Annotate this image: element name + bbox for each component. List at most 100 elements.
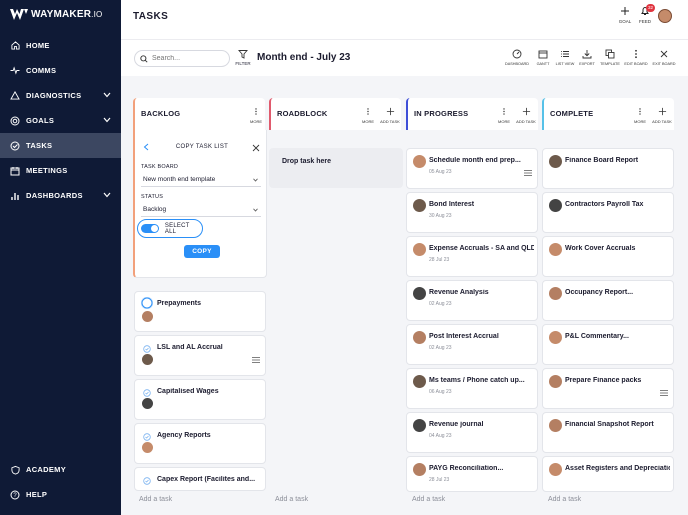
check-circle-icon[interactable]: [143, 477, 151, 487]
chevron-down-icon[interactable]: [103, 191, 111, 200]
dashboard-button[interactable]: DASHBOARD: [504, 49, 530, 66]
task-due-date: 28 Jul 23: [429, 257, 450, 263]
task-card[interactable]: Bond Interest 30 Aug 23: [406, 192, 538, 233]
status-select[interactable]: Backlog: [141, 203, 261, 217]
task-due-date: 28 Jul 23: [429, 477, 450, 483]
task-due-date: 06 Aug 23: [429, 389, 452, 395]
sidebar-item-label: ACADEMY: [26, 465, 67, 474]
more-vertical-icon: [639, 108, 641, 115]
assignee-avatar: [142, 442, 153, 453]
copy-icon: [605, 49, 615, 59]
brand-name: WAYMAKER.IO: [31, 9, 103, 20]
check-circle-icon: [10, 141, 20, 151]
more-button[interactable]: MORE: [245, 107, 267, 124]
sidebar-item-tasks[interactable]: TASKS: [0, 133, 121, 158]
sidebar-item-goals[interactable]: GOALS: [0, 108, 121, 133]
task-card[interactable]: Agency Reports: [134, 423, 266, 464]
task-due-date: 05 Aug 23: [429, 169, 452, 175]
template-button[interactable]: TEMPLATE: [597, 49, 623, 66]
more-vertical-icon: [635, 49, 637, 59]
plus-icon: [621, 7, 629, 15]
pulse-icon: [10, 66, 20, 76]
task-card[interactable]: Prepayments: [134, 291, 266, 332]
search-input[interactable]: [152, 55, 222, 62]
task-card[interactable]: Revenue journal 04 Aug 23: [406, 412, 538, 453]
task-title: LSL and AL Accrual: [157, 344, 223, 351]
select-all-toggle[interactable]: SELECT ALL: [137, 219, 203, 238]
add-task-button[interactable]: ADD TASK: [379, 107, 401, 124]
task-card[interactable]: LSL and AL Accrual: [134, 335, 266, 376]
sidebar-item-diagnostics[interactable]: DIAGNOSTICS: [0, 83, 121, 108]
filter-button[interactable]: FILTER: [235, 49, 251, 66]
drop-zone[interactable]: Drop task here: [269, 148, 403, 188]
waymaker-logo[interactable]: WAYMAKER.IO: [10, 9, 102, 20]
assignee-avatar: [142, 354, 153, 365]
edit-board-button[interactable]: EDIT BOARD: [623, 49, 649, 66]
task-card[interactable]: Revenue Analysis 02 Aug 23: [406, 280, 538, 321]
close-icon[interactable]: [252, 144, 260, 154]
copy-task-list-panel: COPY TASK LIST TASK BOARD New month end …: [133, 130, 267, 278]
task-card[interactable]: PAYG Reconciliation... 28 Jul 23: [406, 456, 538, 492]
column-header: BACKLOG MORE: [133, 98, 265, 130]
task-title: Capex Report (Facilites and...: [157, 476, 256, 483]
task-card[interactable]: Finance Board Report: [542, 148, 674, 189]
board-title: Month end - July 23: [257, 52, 351, 63]
task-card[interactable]: Post Interest Accrual 02 Aug 23: [406, 324, 538, 365]
user-avatar[interactable]: [658, 9, 672, 23]
assignee-avatar: [549, 375, 562, 388]
check-circle-icon[interactable]: [140, 296, 154, 311]
add-task-button[interactable]: ADD TASK: [651, 107, 673, 124]
task-card[interactable]: Ms teams / Phone catch up... 06 Aug 23: [406, 368, 538, 409]
copy-button[interactable]: COPY: [184, 245, 220, 258]
task-card[interactable]: Prepare Finance packs: [542, 368, 674, 409]
task-card[interactable]: P&L Commentary...: [542, 324, 674, 365]
assignee-avatar: [413, 463, 426, 476]
task-title: Contractors Payroll Tax: [565, 201, 644, 208]
more-vertical-icon: [367, 108, 369, 115]
sidebar-item-academy[interactable]: ACADEMY: [0, 457, 121, 482]
task-due-date: 02 Aug 23: [429, 345, 452, 351]
add-task-input-in-progress[interactable]: Add a task: [412, 496, 445, 503]
plus-icon: [386, 107, 394, 116]
task-title: Prepare Finance packs: [565, 377, 642, 384]
status-label: STATUS: [141, 194, 164, 200]
shield-icon: [10, 465, 20, 475]
task-card[interactable]: Work Cover Accruals: [542, 236, 674, 277]
exit-board-button[interactable]: EXIT BOARD: [651, 49, 677, 66]
search-box[interactable]: [134, 50, 230, 67]
home-icon: [10, 41, 20, 51]
task-title: Finance Board Report: [565, 157, 639, 164]
more-button[interactable]: MORE: [357, 107, 379, 124]
more-button[interactable]: MORE: [629, 107, 651, 124]
task-card[interactable]: Expense Accruals - SA and QLD 28 Jul 23: [406, 236, 538, 277]
sidebar-item-meetings[interactable]: MEETINGS: [0, 158, 121, 183]
column-title: COMPLETE: [550, 109, 594, 118]
sidebar-item-dashboards[interactable]: DASHBOARDS: [0, 183, 121, 208]
sidebar-item-home[interactable]: HOME: [0, 33, 121, 58]
task-card[interactable]: Contractors Payroll Tax: [542, 192, 674, 233]
toggle-switch[interactable]: [141, 224, 159, 233]
column-header: ROADBLOCK MORE ADD TASK: [269, 98, 401, 130]
add-task-input-backlog[interactable]: Add a task: [139, 496, 172, 503]
goal-button[interactable]: GOAL: [614, 6, 636, 24]
feed-button[interactable]: 32 FEED: [634, 4, 656, 24]
task-card[interactable]: Asset Registers and Depreciation: [542, 456, 674, 492]
task-card[interactable]: Financial Snapshot Report: [542, 412, 674, 453]
task-card[interactable]: Capex Report (Facilites and...: [134, 467, 266, 491]
more-button[interactable]: MORE: [493, 107, 515, 124]
task-title: PAYG Reconciliation...: [429, 465, 504, 472]
sidebar-item-comms[interactable]: COMMS: [0, 58, 121, 83]
chevron-down-icon[interactable]: [103, 116, 111, 125]
add-task-button[interactable]: ADD TASK: [515, 107, 537, 124]
add-task-input-complete[interactable]: Add a task: [548, 496, 581, 503]
add-task-input-roadblock[interactable]: Add a task: [275, 496, 308, 503]
chevron-down-icon[interactable]: [103, 91, 111, 100]
search-icon: [140, 54, 148, 63]
task-card[interactable]: Occupancy Report...: [542, 280, 674, 321]
task-card[interactable]: Schedule month end prep... 05 Aug 23: [406, 148, 538, 189]
calendar-icon: [538, 50, 548, 59]
sidebar-item-help[interactable]: ? HELP: [0, 482, 121, 507]
task-title: Schedule month end prep...: [429, 157, 521, 164]
task-board-select[interactable]: New month end template: [141, 173, 261, 187]
task-card[interactable]: Capitalised Wages: [134, 379, 266, 420]
